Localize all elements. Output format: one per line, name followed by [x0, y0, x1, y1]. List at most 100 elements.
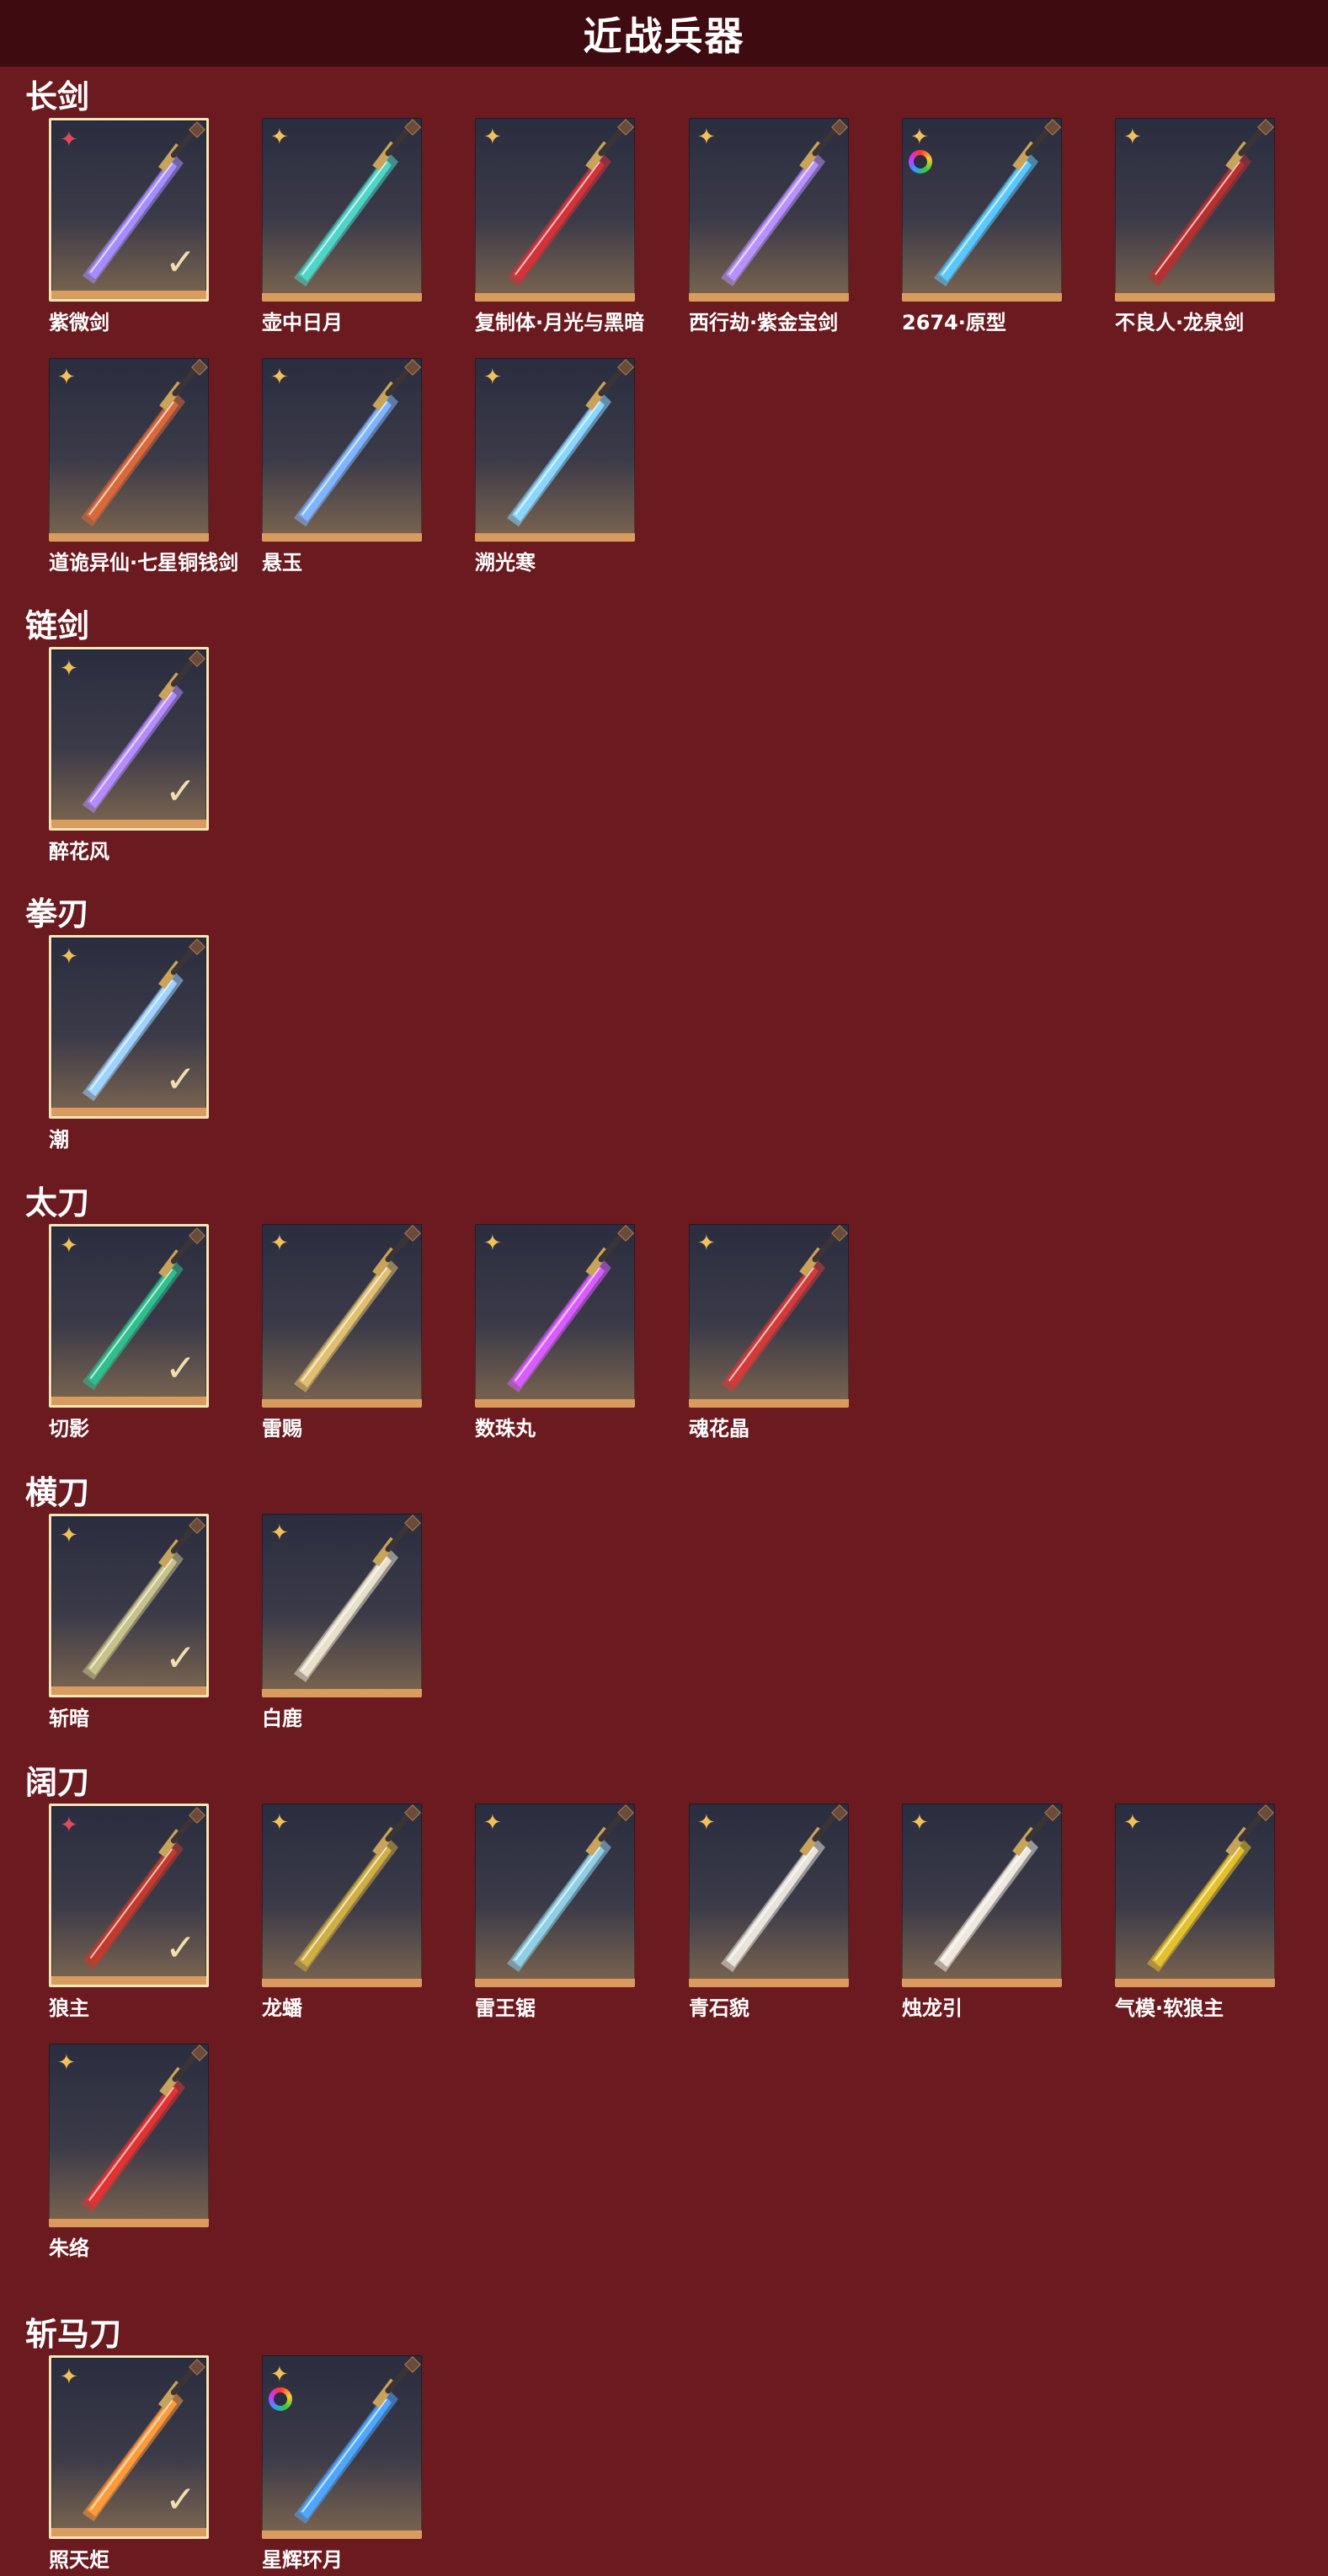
- weapon-card[interactable]: ✦: [475, 1804, 635, 1987]
- card-bottom-stripe: [902, 1979, 1062, 1987]
- check-mark-icon: ✓: [165, 1927, 196, 1969]
- star-rarity-icon: ✦: [697, 125, 716, 150]
- weapon-name: 不良人·龙泉剑: [1115, 311, 1245, 334]
- weapon-item[interactable]: ✦ 雷王锯: [475, 1804, 640, 2021]
- weapon-item[interactable]: ✦ ✓ 照天炬: [49, 2355, 214, 2573]
- weapon-card[interactable]: ✦: [262, 2355, 422, 2539]
- weapon-item[interactable]: ✦ 道诡异仙·七星铜钱剑: [49, 358, 239, 575]
- card-bottom-stripe: [262, 2531, 422, 2539]
- card-bottom-stripe: [51, 1397, 206, 1405]
- weapon-card[interactable]: ✦: [689, 1224, 849, 1408]
- weapon-card[interactable]: ✦: [262, 1224, 422, 1408]
- section-title: 横刀: [25, 1474, 90, 1511]
- weapon-item[interactable]: ✦ ✓ 醉花风: [49, 647, 214, 864]
- weapon-card[interactable]: ✦: [689, 1804, 849, 1987]
- card-bottom-stripe: [49, 2219, 209, 2227]
- weapon-item[interactable]: ✦ 青石貌: [689, 1804, 854, 2021]
- weapon-card[interactable]: ✦ ✓: [49, 935, 209, 1119]
- card-bottom-stripe: [262, 1689, 422, 1697]
- card-bottom-stripe: [902, 293, 1062, 302]
- weapon-item[interactable]: ✦ 朱络: [49, 2044, 214, 2261]
- weapon-item[interactable]: ✦ 壶中日月: [262, 118, 427, 335]
- check-mark-icon: ✓: [165, 770, 196, 813]
- weapon-name: 复制体·月光与黑暗: [475, 311, 645, 334]
- weapon-item[interactable]: ✦ ✓ 潮: [49, 935, 214, 1152]
- card-bottom-stripe: [689, 1979, 849, 1987]
- weapon-card[interactable]: ✦: [49, 358, 209, 542]
- weapon-item[interactable]: ✦ 数珠丸: [475, 1224, 640, 1441]
- weapon-item[interactable]: ✦ 魂花晶: [689, 1224, 854, 1441]
- star-rarity-icon: ✦: [60, 1523, 78, 1548]
- card-bottom-stripe: [689, 293, 849, 302]
- star-rarity-icon: ✦: [60, 127, 78, 152]
- weapon-item[interactable]: ✦ ✓ 切影: [49, 1224, 214, 1441]
- star-rarity-icon: ✦: [57, 365, 76, 390]
- card-bottom-stripe: [51, 1108, 206, 1116]
- weapon-item[interactable]: ✦ 龙蟠: [262, 1804, 427, 2021]
- star-rarity-icon: ✦: [483, 1231, 502, 1256]
- check-mark-icon: ✓: [165, 1637, 196, 1680]
- weapon-card[interactable]: ✦: [262, 358, 422, 542]
- section-title: 链剑: [25, 607, 90, 644]
- weapon-card[interactable]: ✦ ✓: [49, 1224, 209, 1408]
- section-title: 拳刃: [25, 895, 90, 933]
- weapon-item[interactable]: ✦ ✓ 狼主: [49, 1804, 214, 2021]
- weapon-card[interactable]: ✦: [1115, 118, 1275, 302]
- weapon-card[interactable]: ✦: [262, 118, 422, 302]
- card-bottom-stripe: [51, 2528, 206, 2536]
- weapon-card[interactable]: ✦: [475, 1224, 635, 1408]
- star-rarity-icon: ✦: [60, 2365, 78, 2390]
- weapon-name: 气模·软狼主: [1115, 1996, 1224, 2020]
- weapon-item[interactable]: ✦ 白鹿: [262, 1514, 427, 1731]
- check-mark-icon: ✓: [165, 2478, 196, 2521]
- weapon-card[interactable]: ✦ ✓: [49, 118, 209, 302]
- weapon-card[interactable]: ✦: [262, 1514, 422, 1697]
- star-rarity-icon: ✦: [270, 1810, 289, 1836]
- weapon-item[interactable]: ✦ 2674·原型: [902, 118, 1067, 335]
- weapon-item[interactable]: ✦ 西行劫·紫金宝剑: [689, 118, 854, 335]
- weapon-card[interactable]: ✦: [475, 358, 635, 542]
- weapon-card[interactable]: ✦ ✓: [49, 647, 209, 831]
- weapon-card[interactable]: ✦: [262, 1804, 422, 1987]
- weapon-item[interactable]: ✦ ✓ 斩暗: [49, 1514, 214, 1731]
- card-bottom-stripe: [51, 291, 206, 299]
- weapon-card[interactable]: ✦: [1115, 1804, 1275, 1987]
- weapon-item[interactable]: ✦ 气模·软狼主: [1115, 1804, 1280, 2021]
- weapon-name: 潮: [49, 1128, 69, 1152]
- star-rarity-icon: ✦: [697, 1810, 716, 1836]
- weapon-card[interactable]: ✦ ✓: [49, 2355, 209, 2539]
- card-bottom-stripe: [475, 533, 635, 542]
- section-title: 太刀: [25, 1184, 90, 1221]
- weapon-card[interactable]: ✦ ✓: [49, 1514, 209, 1697]
- weapon-item[interactable]: ✦ ✓ 紫微剑: [49, 118, 214, 335]
- weapon-item[interactable]: ✦ 不良人·龙泉剑: [1115, 118, 1280, 335]
- star-rarity-icon: ✦: [483, 1810, 502, 1836]
- weapon-name: 道诡异仙·七星铜钱剑: [49, 551, 239, 575]
- weapon-card[interactable]: ✦: [902, 118, 1062, 302]
- star-rarity-icon: ✦: [60, 656, 78, 681]
- card-bottom-stripe: [51, 820, 206, 828]
- weapon-card[interactable]: ✦ ✓: [49, 1804, 209, 1987]
- weapon-name: 白鹿: [262, 1707, 302, 1730]
- weapon-item[interactable]: ✦ 复制体·月光与黑暗: [475, 118, 645, 335]
- check-mark-icon: ✓: [165, 1058, 196, 1101]
- weapon-item[interactable]: ✦ 悬玉: [262, 358, 427, 575]
- card-bottom-stripe: [262, 533, 422, 542]
- page-title: 近战兵器: [583, 13, 745, 59]
- weapon-item[interactable]: ✦ 溯光寒: [475, 358, 640, 575]
- weapon-item[interactable]: ✦ 雷赐: [262, 1224, 427, 1441]
- weapon-name: 西行劫·紫金宝剑: [689, 311, 839, 334]
- star-rarity-icon: ✦: [910, 125, 929, 150]
- weapon-card[interactable]: ✦: [475, 118, 635, 302]
- weapon-card[interactable]: ✦: [689, 118, 849, 302]
- card-bottom-stripe: [475, 1979, 635, 1987]
- rainbow-ring-icon: [909, 150, 932, 174]
- weapon-card[interactable]: ✦: [902, 1804, 1062, 1987]
- card-bottom-stripe: [262, 1399, 422, 1408]
- weapon-item[interactable]: ✦ 烛龙引: [902, 1804, 1067, 2021]
- card-bottom-stripe: [49, 533, 209, 542]
- weapon-card[interactable]: ✦: [49, 2044, 209, 2227]
- weapon-name: 雷赐: [262, 1417, 302, 1440]
- weapon-item[interactable]: ✦ 星辉环月: [262, 2355, 427, 2573]
- weapon-name: 切影: [49, 1417, 89, 1440]
